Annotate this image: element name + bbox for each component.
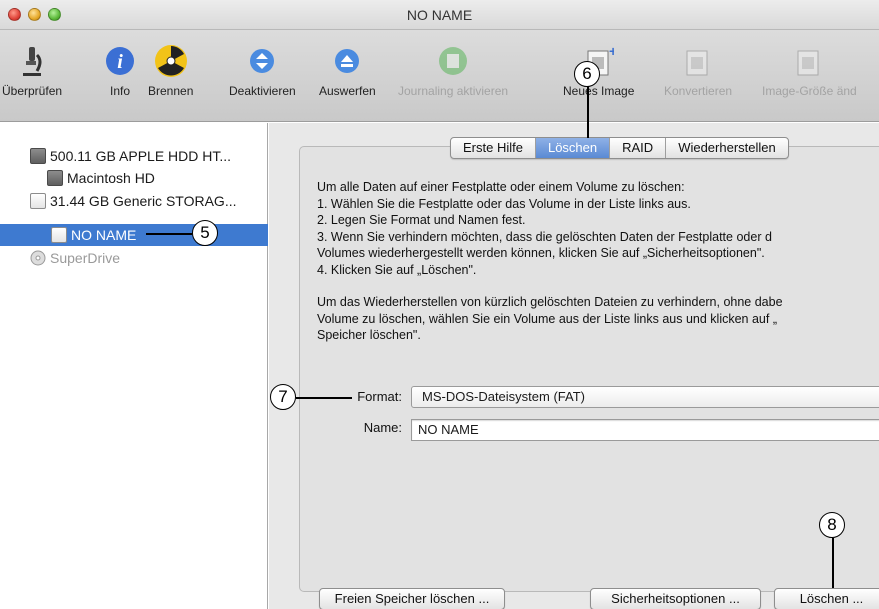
sidebar-item-superdrive[interactable]: SuperDrive xyxy=(0,247,268,269)
toolbar-burn-button[interactable]: Brennen xyxy=(148,44,193,98)
burn-icon xyxy=(154,44,188,78)
toolbar-info-button[interactable]: i Info xyxy=(103,44,137,98)
callout-8-line xyxy=(832,538,834,588)
svg-text:i: i xyxy=(117,51,123,73)
toolbar-resize-image-button[interactable]: Image-Größe änd xyxy=(762,44,857,98)
tab-first-aid[interactable]: Erste Hilfe xyxy=(451,138,536,158)
tab-restore[interactable]: Wiederherstellen xyxy=(666,138,788,158)
eject-icon xyxy=(330,44,364,78)
tab-raid[interactable]: RAID xyxy=(610,138,667,158)
toolbar-convert-button[interactable]: Konvertieren xyxy=(664,44,732,98)
callout-6: 6 xyxy=(574,61,600,87)
resize-image-icon xyxy=(792,44,826,78)
sidebar-item-generic-storage[interactable]: 31.44 GB Generic STORAG... xyxy=(0,190,268,212)
unmount-icon xyxy=(245,44,279,78)
microscope-icon xyxy=(15,44,49,78)
disk-list-sidebar: 500.11 GB APPLE HDD HT... Macintosh HD 3… xyxy=(0,123,268,609)
callout-8: 8 xyxy=(819,512,845,538)
callout-6-line xyxy=(587,86,589,138)
toolbar-verify-button[interactable]: Überprüfen xyxy=(2,44,62,98)
sidebar-item-apple-hdd[interactable]: 500.11 GB APPLE HDD HT... xyxy=(0,145,268,167)
name-field[interactable]: NO NAME xyxy=(411,419,879,441)
callout-5-line xyxy=(146,233,192,235)
format-select[interactable]: MS-DOS-Dateisystem (FAT) xyxy=(411,386,879,408)
convert-icon xyxy=(681,44,715,78)
sidebar-item-macintosh-hd[interactable]: Macintosh HD xyxy=(0,167,268,189)
volume-icon xyxy=(51,227,67,243)
toolbar-eject-button[interactable]: Auswerfen xyxy=(319,44,376,98)
erase-instructions: Um alle Daten auf einer Festplatte oder … xyxy=(317,180,783,342)
svg-text:+: + xyxy=(609,45,614,59)
window-title: NO NAME xyxy=(406,7,473,23)
toolbar: Überprüfen i Info Brennen Deaktivieren A… xyxy=(0,30,879,122)
tab-erase[interactable]: Löschen xyxy=(535,138,611,158)
info-icon: i xyxy=(103,44,137,78)
hard-disk-icon xyxy=(30,148,46,164)
journaling-icon xyxy=(436,44,470,78)
callout-5: 5 xyxy=(192,220,218,246)
format-label: Format: xyxy=(357,389,402,404)
name-label: Name: xyxy=(363,420,402,435)
volume-icon xyxy=(47,170,63,186)
callout-7-line xyxy=(296,397,352,399)
erase-button[interactable]: Löschen ... xyxy=(774,588,879,609)
security-options-button[interactable]: Sicherheitsoptionen ... xyxy=(590,588,761,609)
external-disk-icon xyxy=(30,193,46,209)
callout-7: 7 xyxy=(270,384,296,410)
toolbar-unmount-button[interactable]: Deaktivieren xyxy=(229,44,296,98)
tab-bar: Erste Hilfe Löschen RAID Wiederherstelle… xyxy=(450,137,789,159)
erase-pane: Erste Hilfe Löschen RAID Wiederherstelle… xyxy=(269,123,879,609)
sidebar-item-no-name[interactable]: NO NAME xyxy=(0,224,268,246)
optical-drive-icon xyxy=(30,250,46,266)
title-bar: NO NAME xyxy=(0,0,879,30)
toolbar-journaling-button[interactable]: Journaling aktivieren xyxy=(398,44,508,98)
free-space-erase-button[interactable]: Freien Speicher löschen ... xyxy=(319,588,505,609)
